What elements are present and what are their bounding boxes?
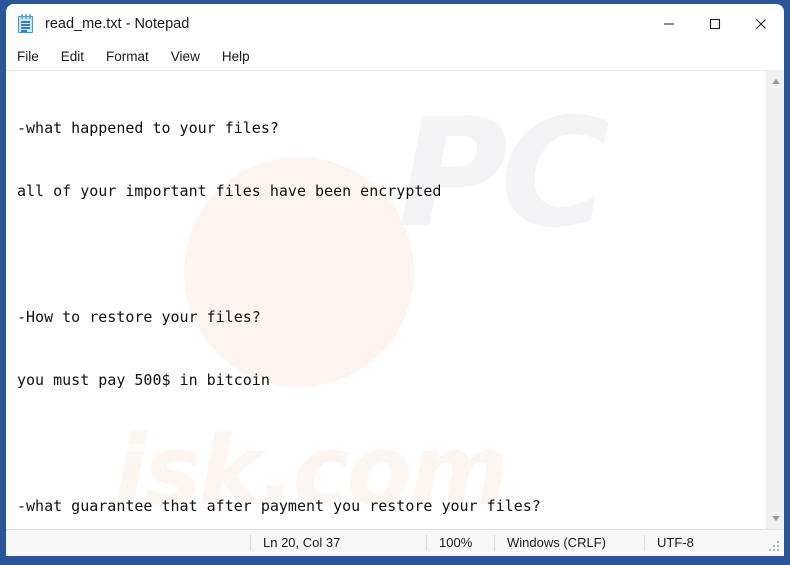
- status-cursor-position[interactable]: Ln 20, Col 37: [250, 530, 426, 556]
- window-controls: [646, 4, 784, 44]
- menu-item-view[interactable]: View: [171, 44, 200, 69]
- close-button[interactable]: [738, 4, 784, 44]
- status-encoding[interactable]: UTF-8: [644, 530, 764, 556]
- scroll-down-icon[interactable]: [767, 509, 784, 527]
- title-bar[interactable]: read_me.txt - Notepad: [6, 4, 784, 44]
- text-line: -what happened to your files?: [17, 119, 279, 137]
- menu-item-edit[interactable]: Edit: [61, 44, 84, 69]
- minimize-icon: [664, 23, 674, 25]
- scroll-up-icon[interactable]: [767, 72, 784, 90]
- menu-item-format[interactable]: Format: [106, 44, 149, 69]
- menu-bar: File Edit Format View Help: [6, 44, 784, 69]
- maximize-icon: [709, 18, 721, 30]
- vertical-scrollbar[interactable]: [766, 70, 784, 529]
- text-editor-content[interactable]: -what happened to your files? all of you…: [6, 71, 766, 529]
- text-line: -what guarantee that after payment you r…: [17, 497, 541, 515]
- text-line: you must pay 500$ in bitcoin: [17, 371, 270, 389]
- text-line: [17, 433, 766, 454]
- minimize-button[interactable]: [646, 4, 692, 44]
- text-line: [17, 244, 766, 265]
- close-icon: [756, 19, 766, 29]
- notepad-icon: [17, 14, 35, 34]
- menu-item-file[interactable]: File: [17, 44, 39, 69]
- desktop-background: [0, 556, 790, 565]
- maximize-button[interactable]: [692, 4, 738, 44]
- resize-grip[interactable]: [769, 541, 780, 552]
- window-title: read_me.txt - Notepad: [45, 16, 190, 32]
- status-bar: Ln 20, Col 37 100% Windows (CRLF) UTF-8: [6, 529, 784, 556]
- status-line-endings[interactable]: Windows (CRLF): [494, 530, 644, 556]
- menu-item-help[interactable]: Help: [222, 44, 250, 69]
- text-line: all of your important files have been en…: [17, 182, 442, 200]
- notepad-window: read_me.txt - Notepad File Edit Format V…: [6, 4, 784, 556]
- status-zoom[interactable]: 100%: [426, 530, 494, 556]
- editor-area: PC isk.com -what happened to your files?…: [6, 70, 784, 529]
- text-line: -How to restore your files?: [17, 308, 261, 326]
